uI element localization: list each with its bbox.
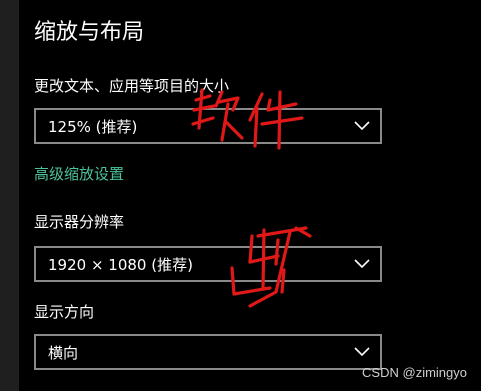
window-left-edge <box>0 0 19 391</box>
resolution-label: 显示器分辨率 <box>34 213 125 231</box>
orientation-label: 显示方向 <box>34 303 95 321</box>
scale-label: 更改文本、应用等项目的大小 <box>34 77 230 95</box>
chevron-down-icon <box>354 347 370 357</box>
scale-and-layout-section: 缩放与布局 更改文本、应用等项目的大小 125% (推荐) 高级缩放设置 显示器… <box>34 0 481 391</box>
scale-dropdown[interactable]: 125% (推荐) <box>34 108 382 144</box>
resolution-dropdown[interactable]: 1920 × 1080 (推荐) <box>34 246 382 282</box>
resolution-dropdown-value: 1920 × 1080 (推荐) <box>48 256 193 274</box>
orientation-dropdown-value: 横向 <box>48 344 79 362</box>
advanced-scaling-link[interactable]: 高级缩放设置 <box>34 164 124 184</box>
csdn-watermark: CSDN @zimingyo <box>362 365 467 380</box>
scale-dropdown-value: 125% (推荐) <box>48 118 138 136</box>
orientation-dropdown[interactable]: 横向 <box>34 334 382 370</box>
chevron-down-icon <box>354 259 370 269</box>
chevron-down-icon <box>354 121 370 131</box>
section-title: 缩放与布局 <box>34 20 145 45</box>
